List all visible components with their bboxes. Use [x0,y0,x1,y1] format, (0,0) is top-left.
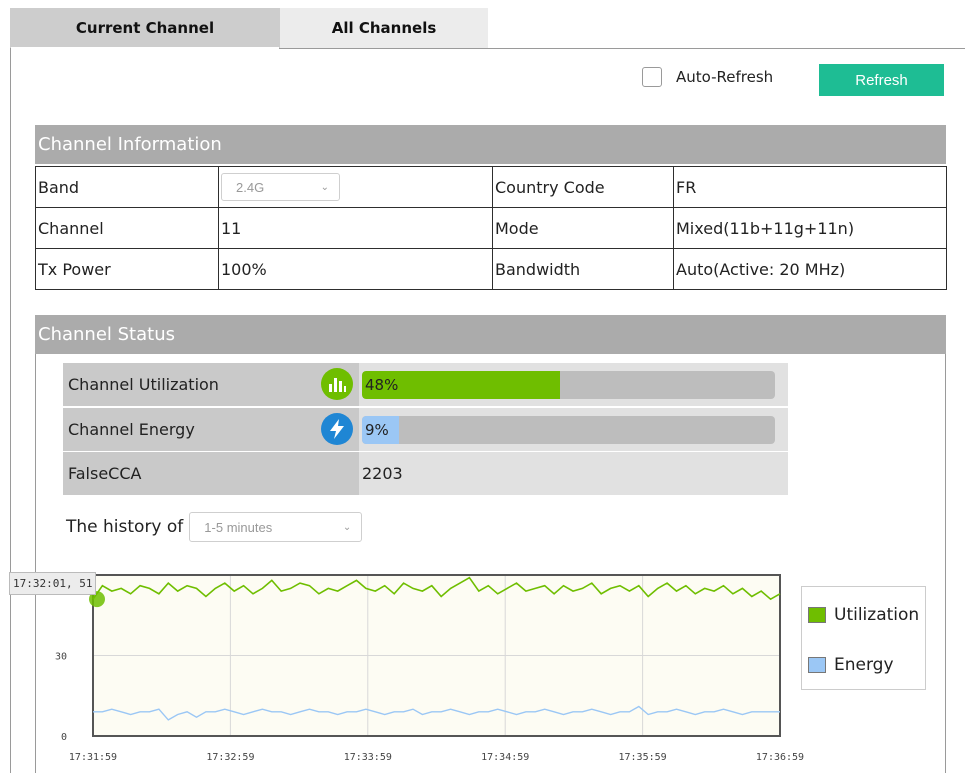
falsecca-label-cell: FalseCCA [63,452,359,495]
energy-row: Channel Energy 9% [63,408,788,451]
chevron-down-icon: ⌄ [342,521,352,533]
table-row: Band 2.4G ⌄ Country Code FR [35,166,947,208]
energy-value-cell: 9% [359,408,788,451]
legend-label-energy: Energy [834,655,894,675]
utilization-value-cell: 48% [359,363,788,406]
x-tick-label: 17:33:59 [344,752,392,763]
y-tick-label: 30 [55,652,67,663]
falsecca-label: FalseCCA [68,464,142,483]
mode-value: Mixed(11b+11g+11n) [673,207,947,249]
table-row: Tx Power 100% Bandwidth Auto(Active: 20 … [35,248,947,290]
band-select[interactable]: 2.4G ⌄ [221,173,340,201]
chart-legend: Utilization Energy [801,586,926,690]
band-select-value: 2.4G [236,179,265,195]
energy-label: Channel Energy [68,420,195,439]
history-select[interactable]: 1-5 minutes ⌄ [189,512,363,542]
history-select-value: 1-5 minutes [204,519,273,535]
band-label: Band [35,166,219,208]
channel-info-table: Band 2.4G ⌄ Country Code FR Channel 11 M… [35,166,947,290]
legend-swatch-energy [808,657,826,673]
chart-hover-tooltip: 17:32:01, 51 [9,572,97,595]
tab-current-channel[interactable]: Current Channel [10,8,280,48]
tab-bar: Current Channel All Channels [10,8,488,48]
bandwidth-label: Bandwidth [492,248,674,290]
mode-label: Mode [492,207,674,249]
utilization-percent: 48% [365,375,399,394]
legend-swatch-utilization [808,607,826,623]
bandwidth-value: Auto(Active: 20 MHz) [673,248,947,290]
falsecca-value: 2203 [359,452,788,495]
x-tick-label: 17:32:59 [206,752,254,763]
utilization-progress-bar: 48% [362,370,775,399]
refresh-button[interactable]: Refresh [819,64,944,96]
utilization-label: Channel Utilization [68,375,219,394]
legend-item-utilization: Utilization [808,605,919,625]
band-cell: 2.4G ⌄ [218,166,493,208]
country-code-value: FR [673,166,947,208]
signal-bars-icon [321,368,353,400]
auto-refresh-checkbox[interactable] [642,67,662,87]
x-tick-label: 17:36:59 [756,752,804,763]
tx-power-value: 100% [218,248,493,290]
utilization-label-cell: Channel Utilization [63,363,359,406]
channel-status-header: Channel Status [35,315,946,354]
auto-refresh-control: Auto-Refresh [642,67,773,87]
falsecca-row: FalseCCA 2203 [63,452,788,495]
utilization-row: Channel Utilization 48% [63,363,788,406]
tab-all-channels[interactable]: All Channels [280,8,488,48]
energy-percent: 9% [365,420,389,439]
tx-power-label: Tx Power [35,248,219,290]
history-control: The history of 1-5 minutes ⌄ [66,512,363,542]
chevron-down-icon: ⌄ [320,181,329,193]
y-tick-label: 0 [61,732,67,743]
channel-value: 11 [218,207,493,249]
x-tick-label: 17:35:59 [619,752,667,763]
country-code-label: Country Code [492,166,674,208]
legend-item-energy: Energy [808,655,894,675]
x-tick-label: 17:31:59 [69,752,117,763]
lightning-icon [321,413,353,445]
history-label: The history of [66,517,184,537]
energy-progress-bar: 9% [362,415,775,444]
channel-information-header: Channel Information [35,125,946,164]
energy-label-cell: Channel Energy [63,408,359,451]
x-tick-label: 17:34:59 [481,752,529,763]
tab-divider [11,47,279,49]
channel-label: Channel [35,207,219,249]
legend-label-utilization: Utilization [834,605,920,625]
auto-refresh-label: Auto-Refresh [676,68,774,86]
table-row: Channel 11 Mode Mixed(11b+11g+11n) [35,207,947,249]
